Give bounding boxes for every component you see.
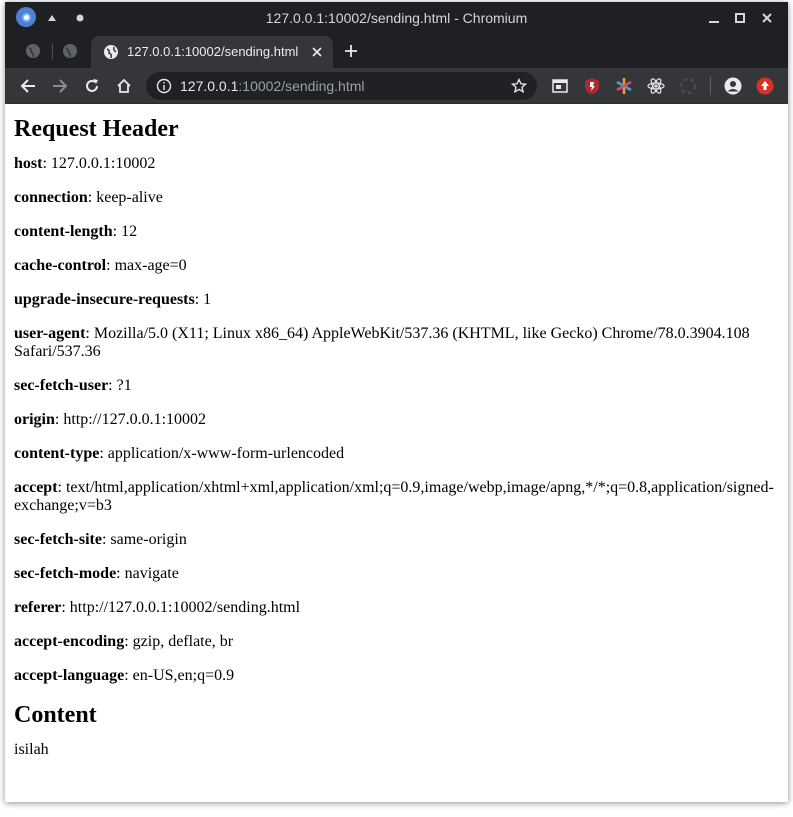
- header-row: content-length: 12: [14, 223, 779, 241]
- toolbar-separator: [710, 77, 711, 95]
- header-row: sec-fetch-user: ?1: [14, 377, 779, 395]
- header-value: : http://127.0.0.1:10002/sending.html: [61, 599, 301, 616]
- header-row: user-agent: Mozilla/5.0 (X11; Linux x86_…: [14, 325, 779, 361]
- header-value: : application/x-www-form-urlencoded: [99, 445, 345, 462]
- header-row: connection: keep-alive: [14, 189, 779, 207]
- background-tab-globe-icon[interactable]: [25, 43, 41, 59]
- header-key: content-length: [14, 223, 113, 240]
- window-title: 127.0.0.1:10002/sending.html - Chromium: [265, 10, 528, 26]
- url-path: :10002/sending.html: [238, 78, 365, 94]
- content-heading: Content: [14, 702, 97, 728]
- header-key: upgrade-insecure-requests: [14, 291, 195, 308]
- header-value: : 1: [194, 291, 212, 308]
- header-key: sec-fetch-mode: [14, 565, 117, 582]
- url-host: 127.0.0.1: [180, 78, 239, 94]
- header-key: origin: [14, 411, 55, 428]
- header-key: referer: [14, 599, 62, 616]
- background-tab-globe-icon-2[interactable]: [62, 43, 78, 59]
- header-value: : 12: [112, 223, 138, 240]
- header-row: accept-language: en-US,en;q=0.9: [14, 667, 779, 685]
- tab-close-icon[interactable]: [309, 44, 325, 60]
- header-key: connection: [14, 189, 88, 206]
- shield-extension-icon[interactable]: [582, 76, 602, 96]
- tab-title: 127.0.0.1:10002/sending.html: [127, 44, 299, 59]
- asterisk-extension-icon[interactable]: [614, 76, 634, 96]
- new-tab-plus-icon[interactable]: [342, 42, 360, 60]
- maximize-icon[interactable]: [731, 9, 749, 27]
- address-bar[interactable]: 127.0.0.1:10002/sending.html: [146, 72, 537, 100]
- header-value: : gzip, deflate, br: [124, 633, 234, 650]
- header-key: user-agent: [14, 325, 86, 342]
- header-key: accept: [14, 479, 58, 496]
- header-key: accept-language: [14, 667, 125, 684]
- header-value: : http://127.0.0.1:10002: [54, 411, 207, 428]
- header-value: : en-US,en;q=0.9: [124, 667, 235, 684]
- header-row: accept-encoding: gzip, deflate, br: [14, 633, 779, 651]
- page-content: Request Header host: 127.0.0.1:10002 conn…: [5, 105, 788, 802]
- header-key: accept-encoding: [14, 633, 125, 650]
- header-value: : text/html,application/xhtml+xml,applic…: [14, 479, 774, 514]
- browser-toolbar: 127.0.0.1:10002/sending.html: [5, 68, 788, 104]
- header-value: : ?1: [108, 377, 132, 394]
- header-row: content-type: application/x-www-form-url…: [14, 445, 779, 463]
- header-value: : same-origin: [101, 531, 187, 548]
- header-value: : keep-alive: [87, 189, 163, 206]
- header-row: host: 127.0.0.1:10002: [14, 155, 779, 173]
- header-value: : navigate: [116, 565, 179, 582]
- reload-icon[interactable]: [82, 76, 102, 96]
- tab-manager-extension-icon[interactable]: [550, 76, 570, 96]
- header-value: : Mozilla/5.0 (X11; Linux x86_64) AppleW…: [14, 325, 750, 360]
- tab-active[interactable]: 127.0.0.1:10002/sending.html: [91, 36, 333, 68]
- header-row: origin: http://127.0.0.1:10002: [14, 411, 779, 429]
- header-row: accept: text/html,application/xhtml+xml,…: [14, 479, 779, 515]
- profile-avatar-icon[interactable]: [723, 76, 743, 96]
- info-icon[interactable]: [156, 78, 172, 94]
- react-devtools-icon[interactable]: [646, 76, 666, 96]
- header-key: cache-control: [14, 257, 107, 274]
- back-arrow-icon[interactable]: [18, 76, 38, 96]
- header-key: sec-fetch-user: [14, 377, 109, 394]
- header-value: : max-age=0: [106, 257, 187, 274]
- browser-window: 127.0.0.1:10002/sending.html - Chromium …: [5, 2, 788, 802]
- header-row: upgrade-insecure-requests: 1: [14, 291, 779, 309]
- header-row: referer: http://127.0.0.1:10002/sending.…: [14, 599, 779, 617]
- globe-icon: [103, 44, 119, 60]
- forward-arrow-icon[interactable]: [50, 76, 70, 96]
- disabled-extension-icon[interactable]: [678, 76, 698, 96]
- update-available-icon[interactable]: [755, 76, 775, 96]
- minimize-icon[interactable]: [705, 9, 723, 27]
- header-key: host: [14, 155, 43, 172]
- tab-separator: [52, 43, 53, 60]
- title-bar: 127.0.0.1:10002/sending.html - Chromium: [5, 2, 788, 34]
- url-text[interactable]: 127.0.0.1:10002/sending.html: [180, 78, 364, 94]
- header-key: content-type: [14, 445, 100, 462]
- header-list: host: 127.0.0.1:10002 connection: keep-al…: [14, 155, 779, 685]
- home-icon[interactable]: [114, 76, 134, 96]
- content-text: isilah: [14, 741, 49, 758]
- header-row: cache-control: max-age=0: [14, 257, 779, 275]
- request-header-heading: Request Header: [14, 116, 179, 142]
- close-window-icon[interactable]: [758, 9, 776, 27]
- header-row: sec-fetch-site: same-origin: [14, 531, 779, 549]
- tab-strip: 127.0.0.1:10002/sending.html: [5, 34, 788, 68]
- header-row: sec-fetch-mode: navigate: [14, 565, 779, 583]
- header-value: : 127.0.0.1:10002: [42, 155, 156, 172]
- header-key: sec-fetch-site: [14, 531, 102, 548]
- bookmark-star-icon[interactable]: [510, 77, 528, 94]
